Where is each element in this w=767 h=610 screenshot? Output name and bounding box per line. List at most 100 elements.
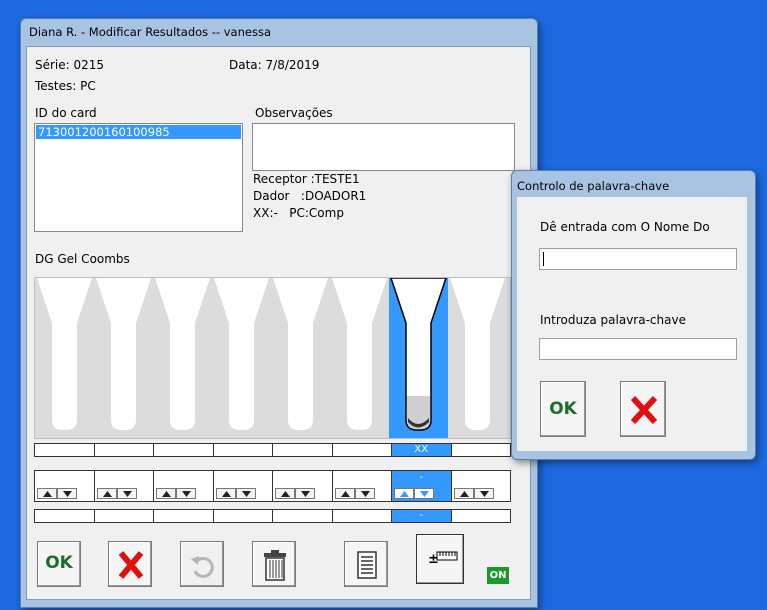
result-cell-selected[interactable]: XX <box>392 444 452 456</box>
id-card-label: ID do card <box>35 106 97 120</box>
dador-text: Dador :DOADOR1 <box>253 189 367 203</box>
grade-cell <box>35 471 95 501</box>
triangle-up-icon <box>221 491 231 497</box>
triangle-down-icon <box>301 491 310 497</box>
name-input[interactable] <box>539 248 737 270</box>
tube-icon <box>273 278 328 430</box>
triangle-down-icon <box>122 491 132 497</box>
tube-column-1[interactable] <box>35 278 94 438</box>
secondary-cell[interactable] <box>95 510 154 522</box>
result-cell[interactable] <box>333 444 392 456</box>
tube-column-8[interactable] <box>448 278 507 438</box>
triangle-up-icon <box>340 491 350 497</box>
grade-up-button[interactable] <box>275 488 295 499</box>
dialog-ok-button[interactable]: OK <box>540 381 586 437</box>
grade-up-button[interactable] <box>96 488 117 499</box>
plus-minus-scale-button[interactable]: ± <box>416 534 464 584</box>
tube-column-5[interactable] <box>271 278 330 438</box>
result-strip: XX <box>34 443 511 457</box>
grade-cell <box>95 471 154 501</box>
grade-up-button[interactable] <box>215 488 236 499</box>
secondary-cell[interactable] <box>154 510 214 522</box>
grade-selected-value: - <box>419 472 424 483</box>
dialog-cancel-button[interactable] <box>620 381 666 437</box>
grade-down-button[interactable] <box>414 488 434 499</box>
grade-up-button[interactable] <box>37 488 57 499</box>
dialog-ok-label: OK <box>549 399 577 419</box>
result-cell[interactable] <box>452 444 511 456</box>
secondary-cell[interactable] <box>333 510 392 522</box>
grade-cell-selected: - <box>392 471 452 501</box>
xx-pc-text: XX:- PC:Comp <box>253 206 344 220</box>
serie-label: Série: 0215 <box>35 58 105 72</box>
triangle-up-icon <box>102 491 112 497</box>
testes-label: Testes: PC <box>35 79 96 93</box>
cancel-x-icon <box>630 395 658 425</box>
secondary-cell[interactable] <box>452 510 511 522</box>
reaction-grade-row: - <box>34 470 511 502</box>
tube-column-7-selected[interactable] <box>389 278 448 438</box>
triangle-up-icon <box>400 491 409 497</box>
tube-icon <box>96 278 151 430</box>
triangle-up-icon <box>459 491 469 497</box>
triangle-down-icon <box>63 491 72 497</box>
triangle-up-icon <box>43 491 52 497</box>
result-cell[interactable] <box>35 444 95 456</box>
text-caret <box>543 252 544 266</box>
tube-column-3[interactable] <box>153 278 212 438</box>
id-card-list[interactable]: 713001200160100985 <box>34 123 243 232</box>
grade-down-button[interactable] <box>57 488 77 499</box>
triangle-up-icon <box>281 491 290 497</box>
password-input[interactable] <box>539 338 737 360</box>
triangle-down-icon <box>241 491 251 497</box>
result-cell[interactable] <box>95 444 154 456</box>
grade-up-button[interactable] <box>453 488 474 499</box>
tube-column-6[interactable] <box>330 278 389 438</box>
grade-down-button[interactable] <box>116 488 137 499</box>
grade-cell <box>214 471 273 501</box>
on-status-badge: ON <box>487 567 509 584</box>
tube-selected-icon <box>390 278 447 431</box>
grade-up-button[interactable] <box>334 488 355 499</box>
dialog-title: Controlo de palavra-chave <box>517 179 670 193</box>
password-prompt-label: Introduza palavra-chave <box>540 313 686 327</box>
secondary-cell[interactable] <box>273 510 333 522</box>
observacoes-field[interactable] <box>252 123 515 171</box>
observacoes-label: Observações <box>255 106 333 120</box>
grade-down-button[interactable] <box>354 488 375 499</box>
grade-up-button[interactable] <box>156 488 176 499</box>
secondary-cell[interactable] <box>35 510 95 522</box>
ok-label: OK <box>45 553 73 573</box>
gel-card-tubes <box>34 277 511 439</box>
grade-down-button[interactable] <box>235 488 256 499</box>
result-cell[interactable] <box>154 444 214 456</box>
ok-button[interactable]: OK <box>37 541 81 587</box>
id-card-item[interactable]: 713001200160100985 <box>36 125 241 139</box>
trash-icon <box>264 550 286 581</box>
report-button[interactable] <box>344 541 388 587</box>
data-label: Data: 7/8/2019 <box>229 58 320 72</box>
triangle-down-icon <box>479 491 489 497</box>
secondary-strip: - <box>34 509 511 523</box>
undo-button[interactable] <box>180 541 224 587</box>
grade-down-button[interactable] <box>473 488 494 499</box>
grade-down-button[interactable] <box>295 488 315 499</box>
name-prompt-label: Dê entrada com O Nome Do <box>540 220 710 234</box>
receptor-text: Receptor :TESTE1 <box>253 172 360 186</box>
delete-button[interactable] <box>252 541 296 587</box>
report-icon <box>357 551 377 579</box>
secondary-cell[interactable] <box>214 510 273 522</box>
result-cell[interactable] <box>273 444 333 456</box>
grade-cell <box>333 471 392 501</box>
grade-cell <box>154 471 214 501</box>
grade-cell <box>273 471 333 501</box>
cancel-button[interactable] <box>108 541 152 587</box>
tube-column-4[interactable] <box>212 278 271 438</box>
grade-up-button[interactable] <box>394 488 414 499</box>
secondary-cell-selected[interactable]: - <box>392 510 452 522</box>
grade-down-button[interactable] <box>176 488 196 499</box>
result-cell[interactable] <box>214 444 273 456</box>
tube-column-2[interactable] <box>94 278 153 438</box>
triangle-down-icon <box>420 491 429 497</box>
window-title: Diana R. - Modificar Resultados -- vanes… <box>29 25 271 39</box>
